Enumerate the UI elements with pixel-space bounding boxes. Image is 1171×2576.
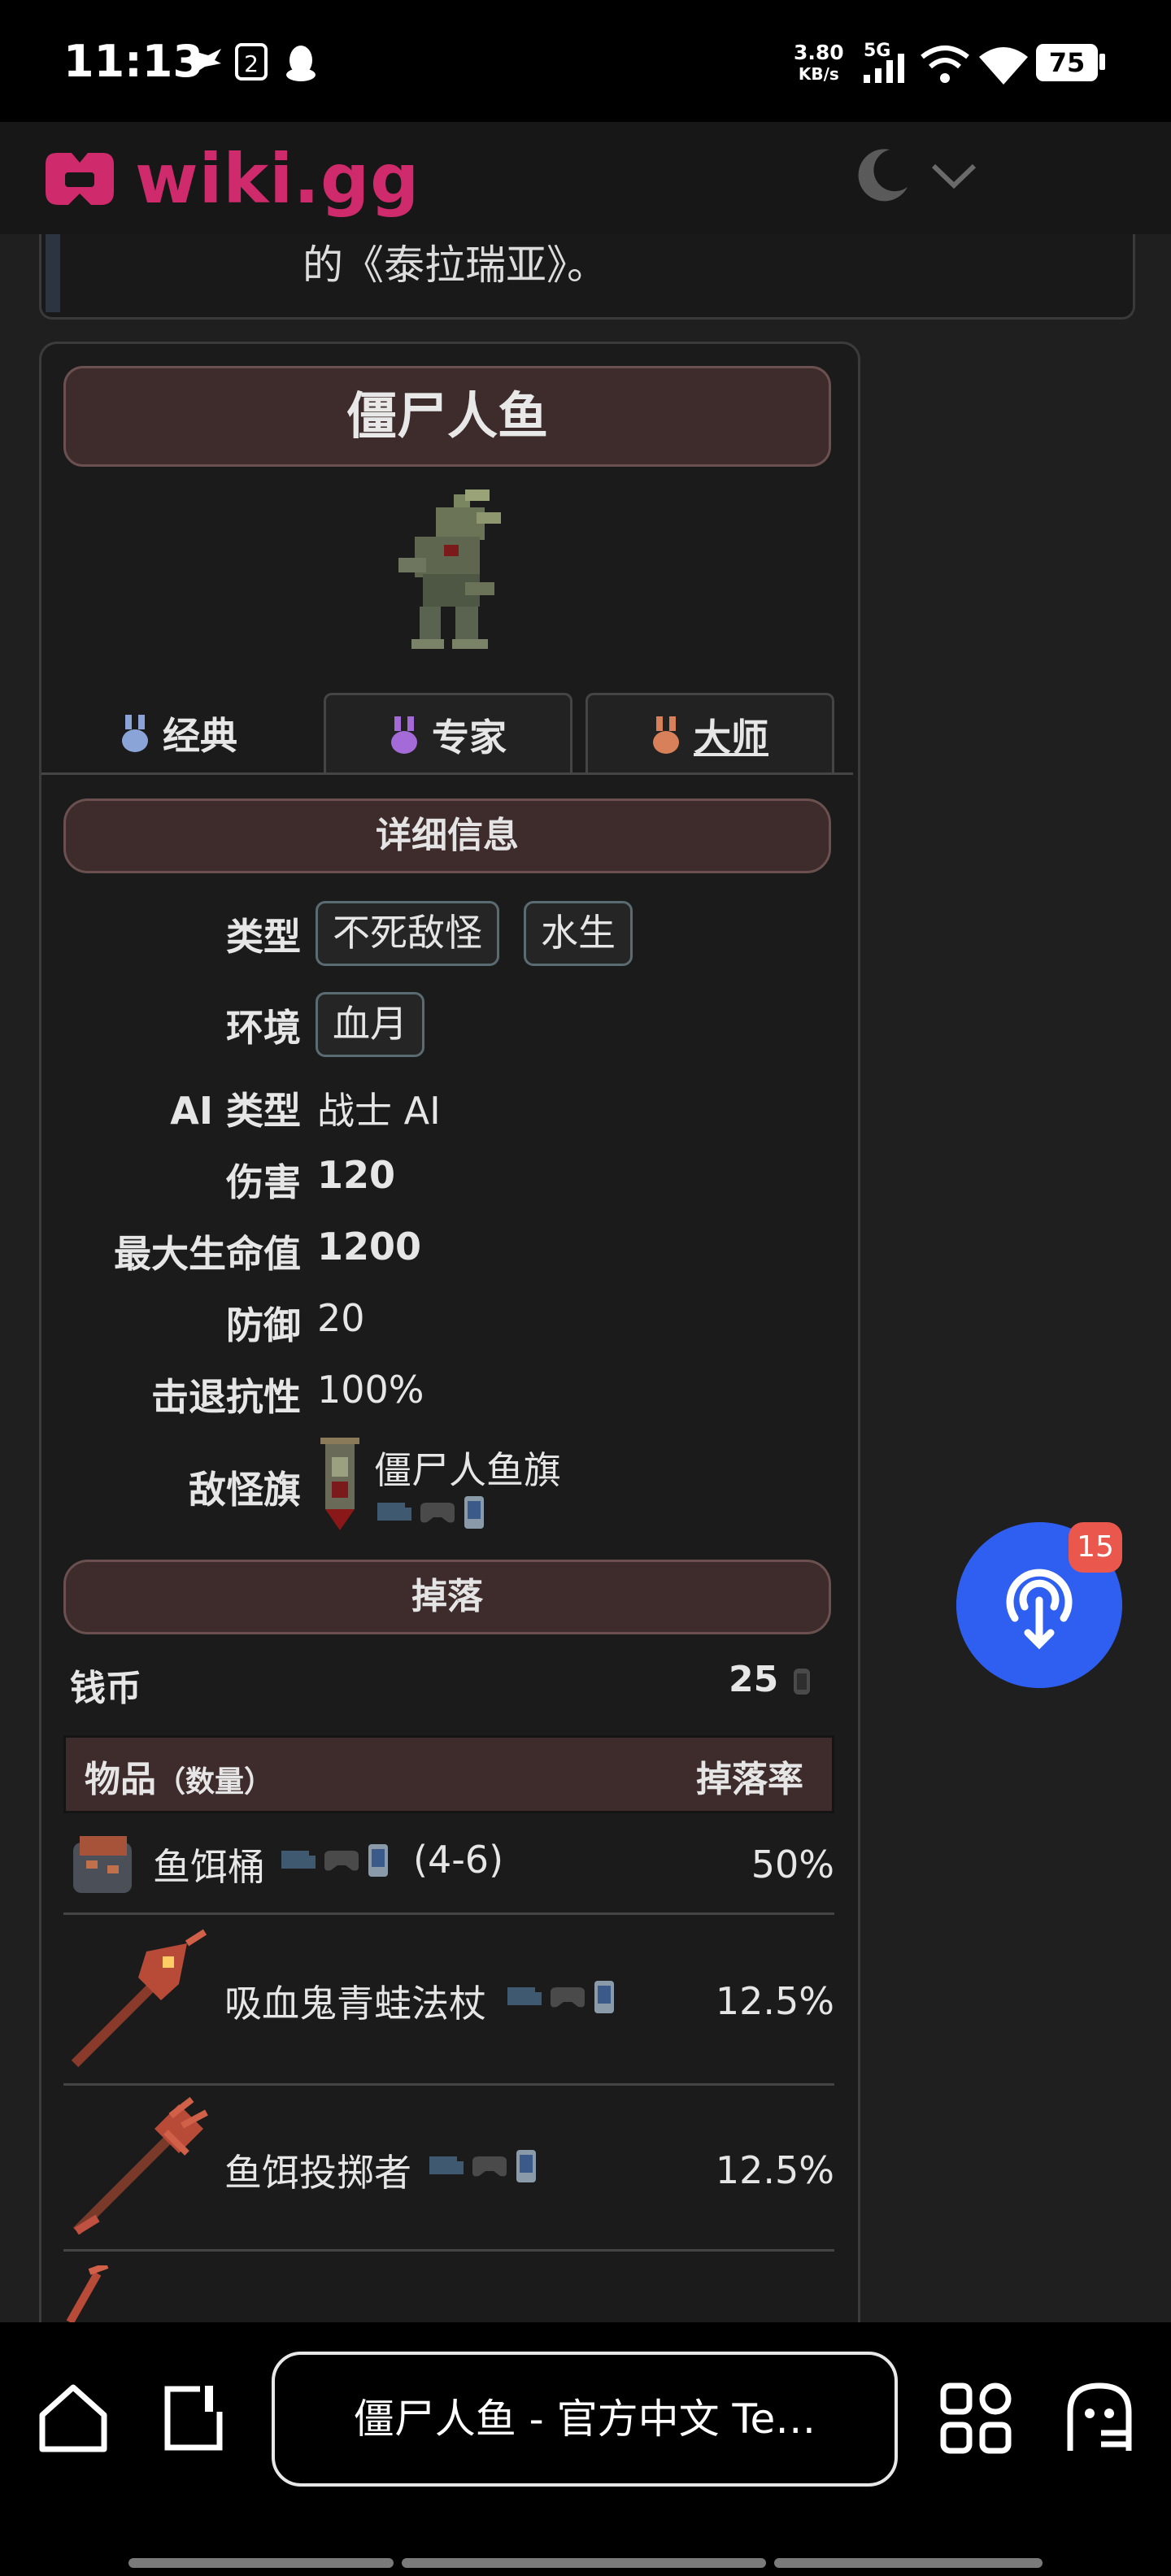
site-logo[interactable]: wiki.gg [39, 139, 420, 219]
bait-thrower-icon[interactable] [65, 2096, 211, 2243]
max-life-value: 1200 [317, 1225, 422, 1268]
tab-expert[interactable]: 专家 [324, 693, 572, 774]
details-header: 详细信息 [63, 798, 831, 873]
net-speed-unit: KB/s [798, 64, 839, 84]
ai-type-label: AI 类型 [170, 1089, 301, 1133]
penguin-icon [286, 46, 316, 81]
pc-platform-icon [377, 1503, 411, 1521]
tab-divider [41, 772, 853, 775]
mobile-platform-icon [368, 1844, 389, 1877]
banner-label: 敌怪旗 [189, 1468, 301, 1512]
address-bar-tab-title[interactable]: 僵尸人鱼 - 官方中文 Te… [272, 2352, 898, 2487]
drop-item-quantity: (4-6) [413, 1838, 504, 1882]
th-quantity-label: （数量） [156, 1765, 274, 1799]
wifi-icon [979, 47, 1028, 85]
net-speed-value: 3.80 [794, 41, 844, 64]
copper-coin-icon [794, 1669, 810, 1695]
th-item-label: 物品 [85, 1759, 156, 1800]
pc-platform-icon [429, 2156, 464, 2174]
signal-icon [864, 54, 904, 83]
site-logo-text: wiki.gg [135, 139, 420, 219]
partial-item-icon[interactable] [65, 2265, 138, 2322]
knockback-value: 100% [317, 1368, 424, 1412]
coins-value: 25 [729, 1659, 779, 1700]
net-speed: 3.80 KB/s [794, 42, 844, 85]
banner-value[interactable]: 僵尸人鱼旗 [374, 1441, 561, 1495]
drop-item-rate: 12.5% [715, 2148, 834, 2192]
gesture-bar [774, 2558, 1043, 2568]
console-platform-icon [472, 2156, 507, 2177]
ghost-profile-icon[interactable] [1060, 2379, 1138, 2457]
home-icon[interactable] [34, 2379, 112, 2457]
pc-platform-icon [507, 1987, 542, 2005]
infobox-title: 僵尸人鱼 [63, 366, 831, 467]
bird-icon [182, 49, 221, 75]
th-item: 物品（数量） [85, 1750, 273, 1802]
pc-platform-icon [281, 1851, 316, 1869]
drops-header: 掉落 [63, 1560, 831, 1634]
apps-grid-icon[interactable] [937, 2379, 1015, 2457]
row-divider [63, 2249, 834, 2252]
battery-tip [1099, 54, 1105, 70]
vampire-frog-staff-icon[interactable] [65, 1927, 211, 2073]
fab-badge: 15 [1069, 1522, 1122, 1573]
tab-expert-label: 专家 [432, 715, 507, 759]
drop-item-rate: 50% [751, 1843, 834, 1886]
intro-card-text: 的《泰拉瑞亚》。 [303, 242, 607, 289]
banner-platforms [376, 1495, 486, 1530]
defense-label: 防御 [226, 1303, 301, 1347]
battery-icon: 75 [1036, 44, 1098, 81]
th-drop-rate: 掉落率 [696, 1759, 803, 1800]
intro-card-accent [46, 234, 60, 312]
wifi-hotspot-icon [921, 46, 969, 83]
defense-value: 20 [317, 1296, 365, 1340]
tab-master-label: 大师 [694, 715, 768, 759]
zombie-merman-sprite [398, 490, 501, 649]
coins-label: 钱币 [70, 1668, 141, 1709]
bunny-icon [391, 716, 417, 754]
ai-type-value[interactable]: 战士 AI [317, 1081, 441, 1135]
tabs-icon[interactable] [155, 2379, 233, 2457]
tab-classic-label: 经典 [163, 714, 237, 758]
bunny-icon [653, 716, 679, 754]
max-life-label: 最大生命值 [114, 1232, 301, 1276]
environment-chip[interactable]: 血月 [316, 992, 424, 1057]
theme-toggle-moon-icon[interactable] [851, 145, 912, 207]
knockback-label: 击退抗性 [151, 1375, 301, 1419]
sim-icon: 2 [235, 43, 268, 80]
mobile-platform-icon [464, 1496, 485, 1529]
type-chip-undead[interactable]: 不死敌怪 [316, 901, 499, 966]
drop-item-name[interactable]: 鱼饵投掷者 [224, 2143, 411, 2197]
damage-value: 120 [317, 1153, 396, 1197]
gesture-bar [128, 2558, 394, 2568]
svg-text:2: 2 [244, 50, 259, 77]
drop-item-name[interactable]: 鱼饵桶 [153, 1838, 265, 1891]
row-divider [63, 2083, 834, 2086]
chevron-down-icon[interactable] [930, 159, 977, 192]
console-platform-icon [551, 1987, 586, 2008]
damage-label: 伤害 [226, 1160, 301, 1204]
drop-item-rate: 12.5% [715, 1979, 834, 2023]
zombie-merman-banner-icon[interactable] [317, 1436, 363, 1534]
gesture-bar [402, 2558, 766, 2568]
mobile-platform-icon [516, 2150, 537, 2182]
type-label: 类型 [226, 915, 301, 959]
type-chip-aquatic[interactable]: 水生 [524, 901, 633, 966]
bunny-icon [122, 715, 148, 752]
console-platform-icon [420, 1503, 455, 1523]
wiki-logo-icon [46, 153, 114, 205]
drop-item-platforms [506, 1979, 616, 2015]
drop-item-platforms [428, 2148, 538, 2184]
bait-bucket-icon[interactable] [65, 1828, 141, 1899]
drop-item-name[interactable]: 吸血鬼青蛙法杖 [224, 1974, 486, 2028]
console-platform-icon [324, 1851, 359, 1871]
mobile-platform-icon [594, 1981, 615, 2013]
tab-master[interactable]: 大师 [586, 693, 834, 774]
drop-item-platforms [280, 1843, 390, 1878]
row-divider [63, 1912, 834, 1915]
environment-label: 环境 [226, 1006, 301, 1050]
tab-classic[interactable]: 经典 [49, 693, 309, 774]
